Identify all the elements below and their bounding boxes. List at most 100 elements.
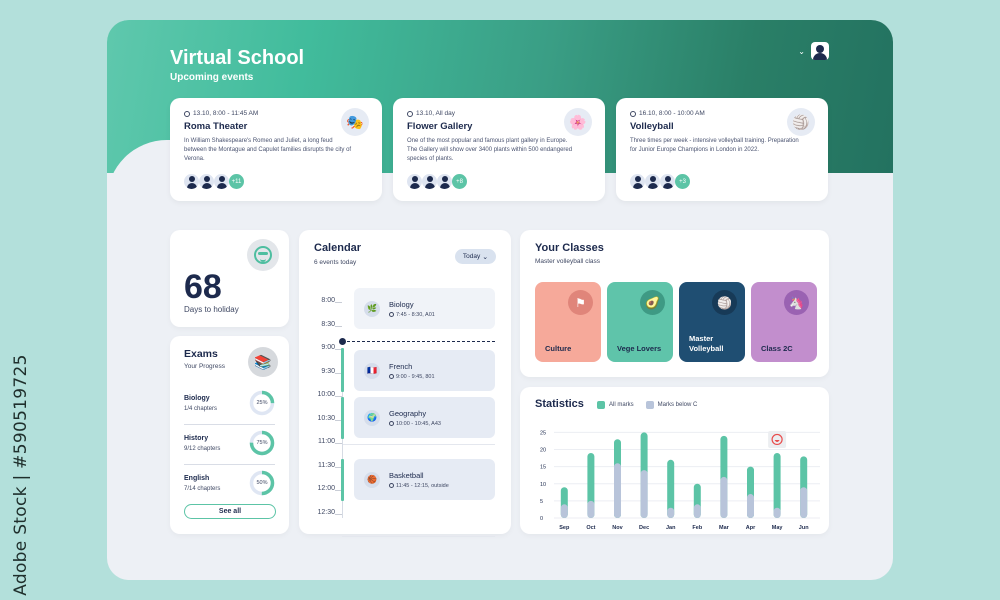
see-all-button[interactable]: See all [184,504,276,519]
theater-masks-icon: 🎭 [341,108,369,136]
bar-marks-below-c [720,476,728,518]
event-card[interactable]: 13.10, 8:00 - 11:45 AM Roma Theater In W… [170,98,382,201]
event-description: Three times per week - intensive volleyb… [630,138,799,153]
exam-subject: Biology [184,394,210,402]
event-card[interactable]: 16.10, 8:00 - 10:00 AM Volleyball Three … [616,98,828,201]
class-label: Class 2C [761,344,793,353]
bar-marks-below-c [560,504,568,518]
books-icon: 📚 [248,347,278,377]
user-menu[interactable]: ⌄ [798,42,829,60]
event-time: 13.10, 8:00 - 11:45 AM [193,110,259,117]
exam-chapters: 1/4 chapters [184,405,218,412]
days-count: 68 [184,268,222,306]
time-tick [335,513,342,515]
event-description: In William Shakespeare's Romeo and Julie… [184,138,352,162]
volleyball-icon: 🏐 [712,290,737,315]
bar-marks-below-c [800,487,808,518]
event-accent-bar [341,397,344,439]
attendees[interactable]: +11 [184,174,244,189]
more-attendees-badge[interactable]: +11 [229,174,244,189]
classes-card: Your Classes Master volleyball class ⚑ C… [520,230,829,377]
today-dropdown[interactable]: Today ⌄ [455,249,496,264]
event-description: One of the most popular and famous plant… [407,138,573,162]
event-accent-bar [341,459,344,501]
chevron-down-icon[interactable]: ⌄ [798,47,805,56]
section-title-upcoming: Upcoming events [170,72,254,83]
class-tile-class-2c[interactable]: 🦄 Class 2C [751,282,817,362]
clock-icon [389,483,394,488]
avatar[interactable] [811,42,829,60]
exam-row[interactable]: History 9/12 chapters 75% [184,424,275,462]
calendar-title: Calendar [314,242,362,254]
attendees[interactable]: +3 [630,174,690,189]
flag-icon: ⚑ [568,290,593,315]
event-accent-bar [341,348,344,392]
calendar-event[interactable]: 🌿 Biology 7:45 - 8:30, A01 [354,288,495,329]
clock-icon [389,374,394,379]
french-flag-icon: 🇫🇷 [364,362,380,379]
bar-marks-below-c [773,507,781,518]
event-time: 7:45 - 8:30, A01 [396,311,435,318]
time-label: 12:30 [317,508,335,516]
legend-swatch [645,401,654,409]
y-tick-label: 5 [540,499,543,505]
calendar-event[interactable]: 🌍 Geography 10:00 - 10:45, A43 [354,397,495,438]
chevron-down-icon: ⌄ [482,253,489,261]
calendar-event[interactable]: 🇫🇷 French 9:00 - 9:45, 801 [354,350,495,391]
x-tick-label: May [772,525,784,531]
unicorn-icon: 🦄 [784,290,809,315]
legend-swatch [597,401,605,409]
exam-row[interactable]: English 7/14 chapters 50% [184,464,275,502]
more-attendees-badge[interactable]: +3 [675,174,690,189]
x-tick-label: Nov [612,525,623,531]
progress-ring: 75% [249,430,275,456]
classes-subtitle: Master volleyball class [535,258,601,265]
x-tick-label: Sep [559,525,570,531]
class-label: Vege Lovers [617,344,662,353]
legend-label: All marks [609,402,634,408]
y-tick-label: 20 [540,448,546,454]
bar-marks-below-c [667,507,675,518]
x-tick-label: Jan [666,525,676,531]
classes-title: Your Classes [535,242,604,254]
class-tile-culture[interactable]: ⚑ Culture [535,282,601,362]
time-label: 12:00 [317,485,335,492]
time-label: 10:00 [317,391,335,398]
event-name: French [389,361,413,371]
leaf-icon: 🌿 [364,300,380,317]
time-label: 8:00 [321,297,335,304]
basketball-icon: 🏀 [364,471,380,488]
calendar-event[interactable]: 🏀 Basketball 11:45 - 12:15, outside [354,459,495,500]
chart-legend: All marks Marks below C [597,401,705,409]
timeline-gridline [342,536,495,537]
attendee-avatar [199,174,214,189]
class-tiles: ⚑ Culture 🥑 Vege Lovers 🏐 Master Volleyb… [535,282,817,362]
exam-chapters: 7/14 chapters [184,485,221,492]
event-name: Biology [389,299,414,309]
legend-item: All marks [597,401,634,409]
app-title: Virtual School [170,47,305,69]
bar-marks-below-c [614,463,621,518]
progress-percent: 25% [256,400,268,406]
current-time-dot [339,338,346,345]
time-tick [335,302,342,303]
x-tick-label: Feb [692,525,702,531]
class-tile-vege-lovers[interactable]: 🥑 Vege Lovers [607,282,673,362]
more-attendees-badge[interactable]: +8 [452,174,467,189]
bar-marks-below-c [587,500,595,518]
volleyball-icon: 🏐 [787,108,815,136]
y-tick-label: 0 [540,516,543,522]
y-tick-label: 15 [540,465,546,471]
exam-chapters: 9/12 chapters [184,445,221,452]
progress-ring: 25% [249,390,275,416]
calendar-card: Calendar 6 events today Today ⌄ 8:00 8:30 9… [299,230,511,537]
attendees[interactable]: +8 [407,174,467,189]
clock-icon [184,110,190,117]
event-name: Geography [389,408,427,418]
exam-row[interactable]: Biology 1/4 chapters 25% [184,384,275,422]
event-card[interactable]: 13.10, All day Flower Gallery One of the… [393,98,605,201]
timeline-gridline [342,444,495,445]
event-time: 11:45 - 12:15, outside [396,482,449,489]
bar-marks-below-c [640,470,648,518]
class-tile-master-volleyball[interactable]: 🏐 Master Volleyball [679,282,745,362]
